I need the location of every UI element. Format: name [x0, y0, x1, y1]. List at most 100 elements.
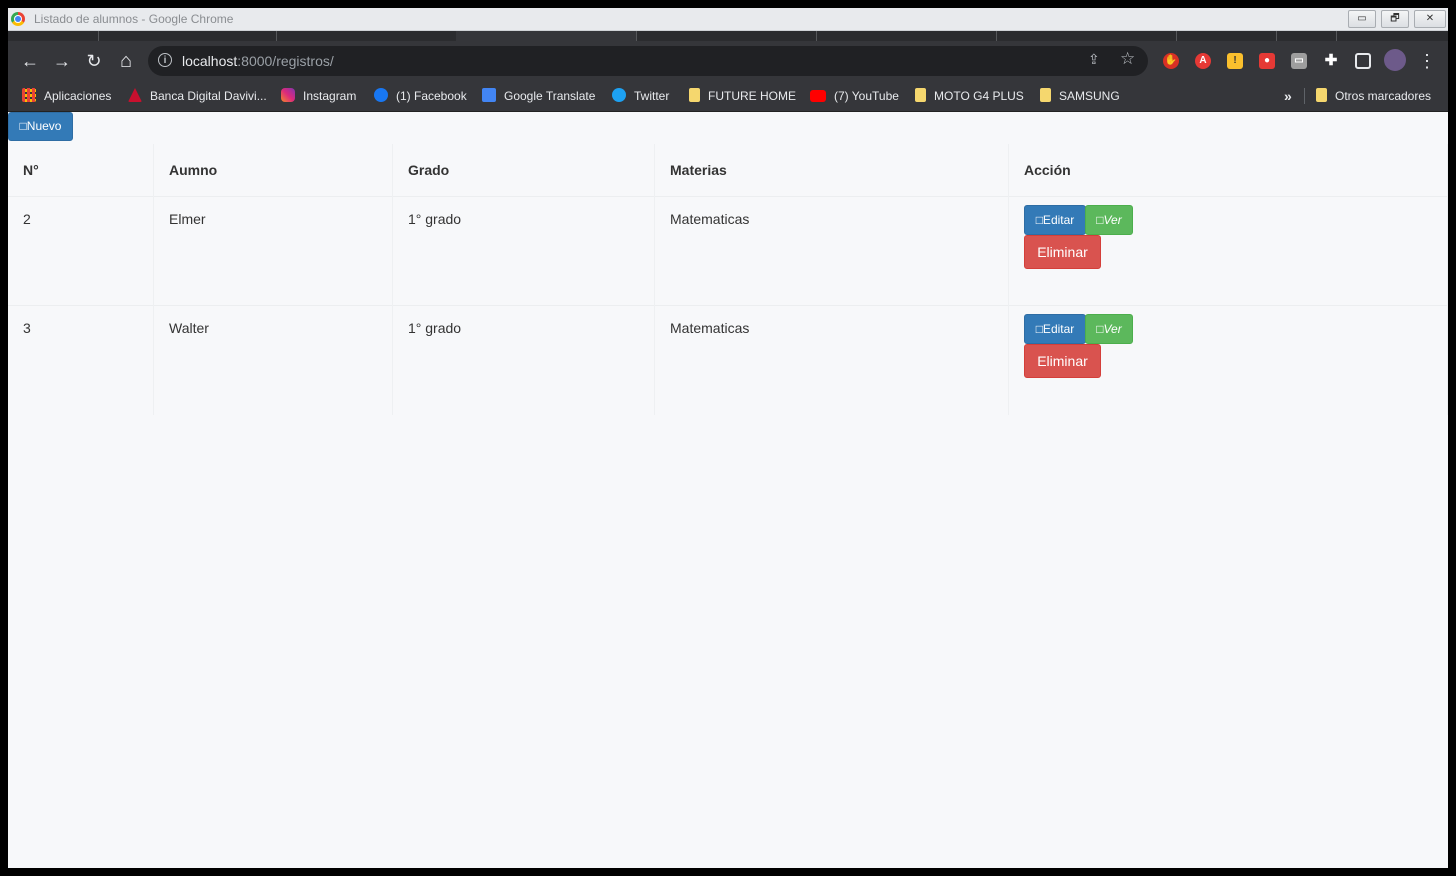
url-host: localhost: [182, 53, 238, 69]
tab-active[interactable]: [456, 31, 637, 41]
acrobat-extension-icon[interactable]: A: [1195, 53, 1211, 69]
column-header-grado: Grado: [392, 144, 655, 197]
new-button[interactable]: □Nuevo: [8, 112, 73, 141]
bookmark-twitter[interactable]: Twitter: [612, 87, 669, 105]
cell-n: 2: [8, 196, 154, 306]
column-header-accion: Acción: [1008, 144, 1448, 197]
bookmark-label: (7) YouTube: [834, 89, 899, 103]
url-path: :8000/registros/: [237, 53, 334, 69]
bookmark-label: Otros marcadores: [1335, 89, 1432, 103]
notes-extension-icon[interactable]: !: [1227, 53, 1243, 69]
youtube-icon: [810, 90, 826, 102]
davivienda-icon: [128, 88, 142, 102]
row-actions: □Editar □Ver Eliminar: [1024, 205, 1432, 285]
address-bar[interactable]: i localhost:8000/registros/ ⇪ ☆: [148, 46, 1148, 76]
forward-icon[interactable]: →: [50, 49, 74, 73]
bookmark-future-home[interactable]: FUTURE HOME: [689, 87, 796, 105]
cell-alumno: Elmer: [153, 196, 393, 306]
edit-button[interactable]: □Editar: [1024, 205, 1086, 235]
side-panel-icon[interactable]: [1355, 53, 1371, 69]
tab[interactable]: [1176, 31, 1277, 41]
minimize-button[interactable]: ▭: [1348, 10, 1376, 28]
translate-icon: [482, 88, 496, 102]
extensions-puzzle-icon[interactable]: ✚: [1323, 53, 1339, 69]
bookmark-samsung[interactable]: SAMSUNG: [1040, 87, 1120, 105]
students-table: N° Aumno Grado Materias Acción 2 Elmer 1…: [8, 144, 1448, 415]
table-row: 2 Elmer 1° grado Matematicas □Editar □Ve…: [8, 196, 1448, 306]
bookmark-star-icon[interactable]: ☆: [1120, 49, 1135, 69]
close-button[interactable]: ✕: [1414, 10, 1446, 28]
profile-avatar[interactable]: [1384, 49, 1406, 71]
bookmark-apps[interactable]: Aplicaciones: [22, 87, 111, 105]
share-icon[interactable]: ⇪: [1088, 51, 1100, 68]
column-header-alumno: Aumno: [153, 144, 393, 197]
folder-icon: [915, 88, 926, 102]
window-extension-icon[interactable]: ▭: [1291, 53, 1307, 69]
twitter-icon: [612, 88, 626, 102]
tab[interactable]: [1276, 31, 1337, 41]
facebook-icon: [374, 88, 388, 102]
bookmark-label: Instagram: [303, 89, 357, 103]
browser-toolbar: ← → ↻ ⌂ i localhost:8000/registros/ ⇪ ☆ …: [8, 41, 1448, 81]
cell-materias: Matematicas: [654, 305, 1009, 415]
cell-alumno: Walter: [153, 305, 393, 415]
bookmark-facebook[interactable]: (1) Facebook: [374, 87, 467, 105]
page-content: □Nuevo N° Aumno Grado Materias Acción 2 …: [8, 112, 1448, 868]
delete-button[interactable]: Eliminar: [1024, 235, 1101, 269]
cell-n: 3: [8, 305, 154, 415]
column-header-n: N°: [8, 144, 154, 197]
tab[interactable]: [98, 31, 277, 41]
bookmark-label: Google Translate: [504, 89, 596, 103]
bookmark-label: Banca Digital Davivi...: [150, 89, 267, 103]
folder-icon: [1316, 88, 1327, 102]
folder-icon: [689, 88, 700, 102]
instagram-icon: [281, 88, 295, 102]
back-icon[interactable]: ←: [18, 49, 42, 73]
table-row: 3 Walter 1° grado Matematicas □Editar □V…: [8, 305, 1448, 415]
tab[interactable]: [636, 31, 817, 41]
bookmark-davivienda[interactable]: Banca Digital Davivi...: [128, 87, 267, 105]
cell-actions: □Editar □Ver Eliminar: [1008, 196, 1448, 306]
bookmark-label: (1) Facebook: [396, 89, 467, 103]
bookmark-youtube[interactable]: (7) YouTube: [810, 87, 899, 105]
bookmark-label: SAMSUNG: [1059, 89, 1120, 103]
window-title: Listado de alumnos - Google Chrome: [34, 12, 234, 26]
bookmark-instagram[interactable]: Instagram: [281, 87, 356, 105]
tab[interactable]: [8, 31, 99, 41]
reload-icon[interactable]: ↻: [82, 49, 106, 73]
table-header-row: N° Aumno Grado Materias Acción: [8, 144, 1448, 197]
cell-actions: □Editar □Ver Eliminar: [1008, 305, 1448, 415]
edit-button[interactable]: □Editar: [1024, 314, 1086, 344]
browser-window: Listado de alumnos - Google Chrome ▭ 🗗 ✕…: [8, 8, 1448, 868]
tab[interactable]: [996, 31, 1177, 41]
site-info-icon[interactable]: i: [158, 53, 172, 67]
tab[interactable]: [816, 31, 997, 41]
bookmark-other[interactable]: Otros marcadores: [1316, 87, 1431, 105]
adblock-extension-icon[interactable]: ✋: [1163, 53, 1179, 69]
apps-grid-icon: [22, 88, 36, 102]
tab[interactable]: [276, 31, 457, 41]
bookmark-label: FUTURE HOME: [708, 89, 796, 103]
delete-button[interactable]: Eliminar: [1024, 344, 1101, 378]
column-header-materias: Materias: [654, 144, 1009, 197]
bookmark-label: Aplicaciones: [44, 89, 112, 103]
cell-grado: 1° grado: [392, 196, 655, 306]
bookmark-google-translate[interactable]: Google Translate: [482, 87, 595, 105]
chrome-menu-icon[interactable]: ⋮: [1415, 49, 1439, 73]
bookmarks-bar: Aplicaciones Banca Digital Davivi... Ins…: [8, 81, 1448, 112]
folder-icon: [1040, 88, 1051, 102]
url-text[interactable]: localhost:8000/registros/: [182, 53, 334, 69]
tab-strip: [8, 31, 1448, 41]
home-icon[interactable]: ⌂: [114, 49, 138, 73]
restore-button[interactable]: 🗗: [1381, 10, 1409, 28]
more-bookmarks-chevron-icon[interactable]: »: [1284, 87, 1292, 105]
screenshot-extension-icon[interactable]: ●: [1259, 53, 1275, 69]
bookmark-moto-g4[interactable]: MOTO G4 PLUS: [915, 87, 1024, 105]
bookmarks-divider: [1304, 88, 1305, 104]
cell-materias: Matematicas: [654, 196, 1009, 306]
view-button[interactable]: □Ver: [1085, 205, 1133, 235]
chrome-logo-icon: [11, 12, 25, 26]
cell-grado: 1° grado: [392, 305, 655, 415]
title-bar: Listado de alumnos - Google Chrome ▭ 🗗 ✕: [8, 8, 1448, 31]
view-button[interactable]: □Ver: [1085, 314, 1133, 344]
